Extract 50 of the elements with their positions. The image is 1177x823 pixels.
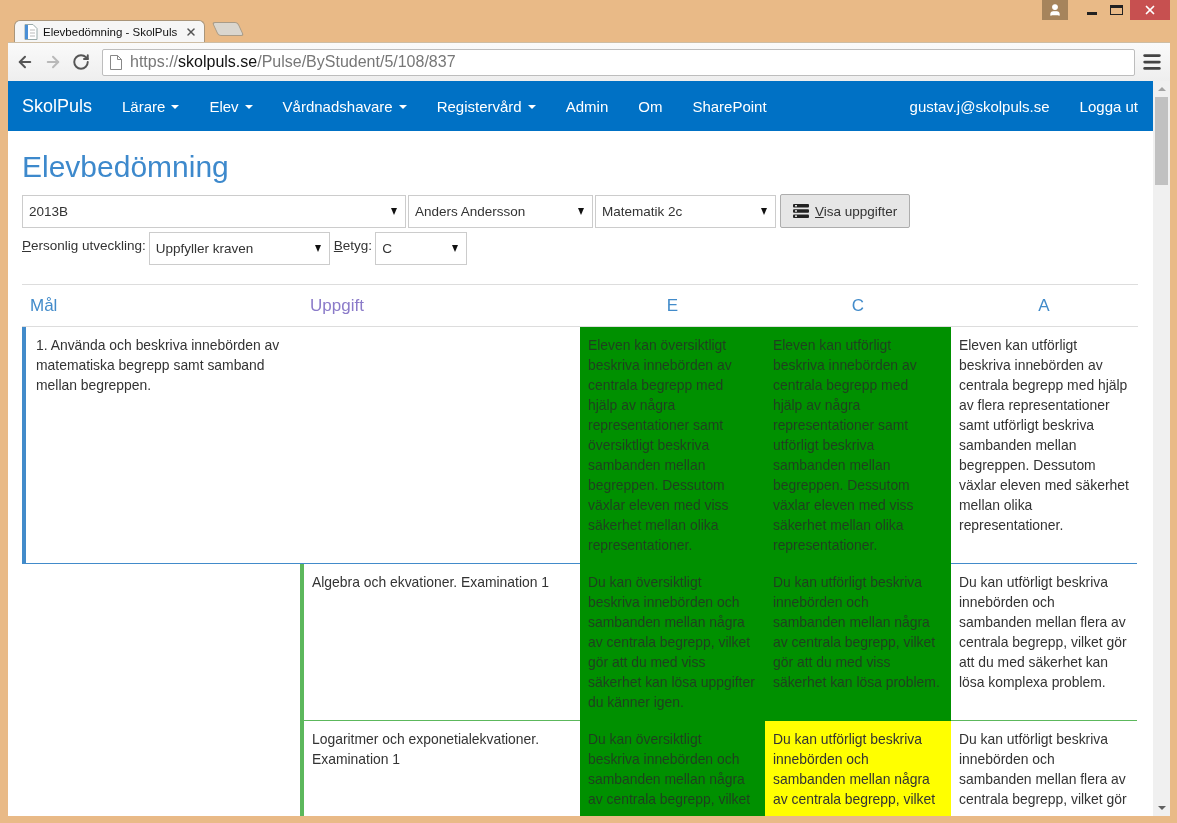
nav-link[interactable]: SharePoint <box>677 97 782 115</box>
person-icon <box>1048 3 1062 17</box>
column-header[interactable]: Mål <box>22 295 58 316</box>
column-header[interactable]: E <box>666 295 679 316</box>
logout-link[interactable]: Logga ut <box>1064 97 1153 115</box>
profile-button[interactable] <box>1042 0 1068 20</box>
close-icon[interactable] <box>185 25 197 38</box>
menu-icon[interactable] <box>1141 51 1163 73</box>
goal-cell: 1. Använda och beskriva innebörden av matematiska begrepp samt samband mellan begreppen. <box>22 327 300 564</box>
show-tasks-button[interactable]: Visa uppgifter <box>780 194 911 228</box>
select-dropdown[interactable]: Anders Andersson <box>408 195 593 228</box>
column-header[interactable]: A <box>1038 295 1050 316</box>
page-icon <box>110 54 122 70</box>
caret-icon <box>391 208 397 215</box>
nav-link[interactable]: Admin <box>550 97 624 115</box>
nav-link[interactable]: Registervård <box>421 97 551 115</box>
nav-link[interactable]: Vårdnadshavare <box>267 97 422 115</box>
select-dropdown[interactable]: 2013B <box>22 195 406 228</box>
select-dropdown[interactable]: Matematik 2c <box>595 195 776 228</box>
criteria-cell[interactable]: Du kan översiktligt beskriva innebörden och sambanden mellan några av centrala begrepp, vilket <box>580 721 765 816</box>
browser-tab[interactable]: Elevbedömning - SkolPuls <box>14 20 205 42</box>
stacked-bars-icon <box>793 204 809 218</box>
scrollbar-thumb[interactable] <box>1155 97 1168 185</box>
field-label: Personlig utveckling: <box>22 237 146 253</box>
criteria-cell[interactable]: Eleven kan utförligt beskriva innebörden av centrala begrepp med hjälp av några representationer samt utförligt beskriva sambanden mellan begreppen. Dessutom växlar eleven med viss säkerhet mellan olika representationer. <box>765 327 951 564</box>
brand-link[interactable]: SkolPuls <box>22 95 93 117</box>
nav-link[interactable]: Om <box>623 97 678 115</box>
page-title: Elevbedömning <box>22 150 229 183</box>
select-dropdown[interactable]: C <box>375 232 468 265</box>
caret-icon <box>314 245 321 252</box>
criteria-cell[interactable]: Du kan utförligt beskriva innebörden och sambanden mellan några av centrala begrepp, vilket gör att du med viss säkerhet kan lösa problem. <box>765 564 951 721</box>
field-label: Betyg: <box>333 237 373 253</box>
address-field[interactable]: https://skolpuls.se/Pulse/ByStudent/5/108/837 <box>102 48 1135 76</box>
document-icon <box>24 23 38 40</box>
user-link[interactable]: gustav.j@skolpuls.se <box>894 97 1065 115</box>
scroll-down-icon[interactable] <box>1157 806 1166 810</box>
nav-link[interactable]: Lärare <box>107 97 195 115</box>
scrollbar[interactable] <box>1153 81 1170 816</box>
caret-icon <box>761 208 767 215</box>
column-header[interactable]: Uppgift <box>300 295 364 316</box>
caret-icon <box>578 208 584 215</box>
select-dropdown[interactable]: Uppfyller kraven <box>148 232 330 265</box>
reload-icon[interactable] <box>72 53 90 71</box>
close-icon <box>1143 3 1157 17</box>
criteria-cell[interactable]: Du kan utförligt beskriva innebörden och sambanden mellan några av centrala begrepp, vilket <box>765 721 951 816</box>
column-header[interactable]: C <box>851 295 865 316</box>
caret-icon <box>452 245 459 252</box>
criteria-cell[interactable]: Eleven kan översiktligt beskriva innebörden av centrala begrepp med hjälp av några representationer samt översiktligt beskriva sambanden mellan begreppen. Dessutom växlar eleven med viss säkerhet mellan olika representationer. <box>580 327 765 564</box>
criteria-cell[interactable]: Du kan översiktligt beskriva innebörden och sambanden mellan några av centrala begrepp, vilket gör att du med viss säkerhet kan lösa uppgifter du känner igen. <box>580 564 765 721</box>
nav-link[interactable]: Elev <box>194 97 268 115</box>
